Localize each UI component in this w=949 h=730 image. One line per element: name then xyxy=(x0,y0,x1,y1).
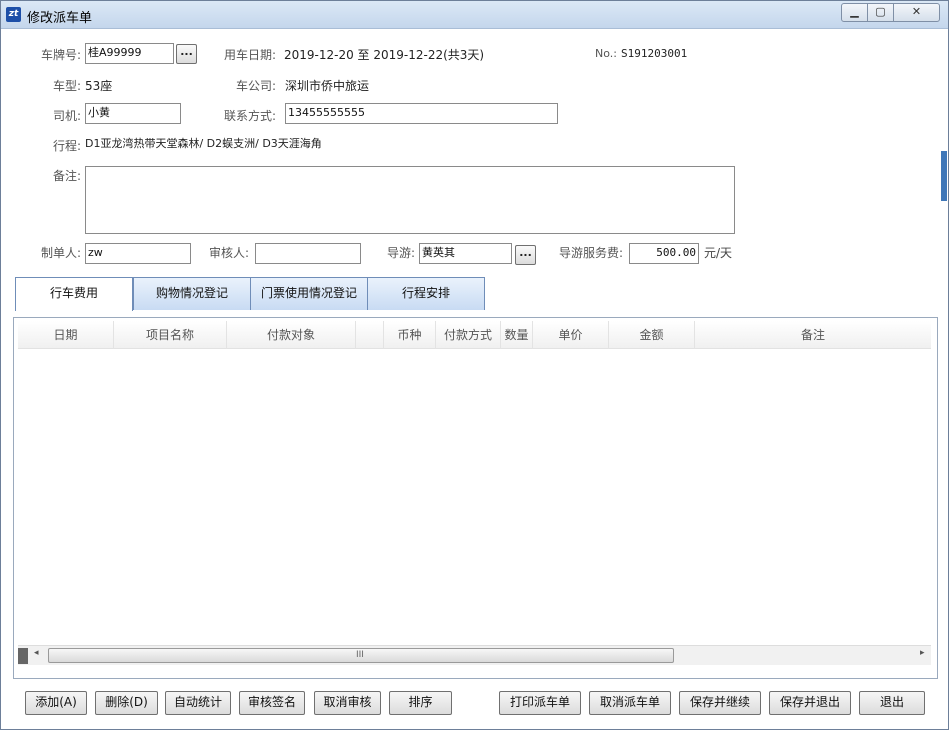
route-label: 行程: xyxy=(52,139,81,153)
save-exit-button[interactable]: 保存并退出 xyxy=(769,691,851,715)
app-logo-icon: zt xyxy=(6,7,21,22)
col-date[interactable]: 日期 xyxy=(18,321,114,349)
use-date-label: 用车日期: xyxy=(223,48,276,62)
auto-stat-button[interactable]: 自动统计 xyxy=(165,691,231,715)
guide-browse-button[interactable]: ... xyxy=(515,245,536,265)
dispatch-edit-window: zt 修改派车单 ▁ ▢ ✕ 车牌号: 桂A99999 ... 用车日期: 20… xyxy=(0,0,949,730)
contact-label: 联系方式: xyxy=(223,109,276,123)
car-type-value: 53座 xyxy=(85,79,113,93)
driver-label: 司机: xyxy=(52,109,81,123)
col-unit-price[interactable]: 单价 xyxy=(533,321,609,349)
col-blank[interactable] xyxy=(356,321,384,349)
guide-fee-unit: 元/天 xyxy=(704,246,733,260)
horizontal-scrollbar[interactable]: ◂ III ▸ xyxy=(18,645,931,665)
tab-tickets[interactable]: 门票使用情况登记 xyxy=(250,277,368,310)
car-type-label: 车型: xyxy=(52,79,81,93)
remark-textarea[interactable] xyxy=(85,166,735,234)
sort-button[interactable]: 排序 xyxy=(389,691,452,715)
col-remark[interactable]: 备注 xyxy=(695,321,931,349)
reviewer-label: 审核人: xyxy=(208,246,249,260)
scroll-grip-icon: III xyxy=(356,650,364,660)
minimize-button[interactable]: ▁ xyxy=(841,3,868,22)
guide-label: 导游: xyxy=(386,246,415,260)
no-value: S191203001 xyxy=(621,47,688,60)
maker-label: 制单人: xyxy=(40,246,81,260)
background-window-edge xyxy=(941,151,947,201)
print-dispatch-button[interactable]: 打印派车单 xyxy=(499,691,581,715)
scroll-edge-block xyxy=(18,648,28,664)
plate-label: 车牌号: xyxy=(40,48,81,62)
company-value: 深圳市侨中旅运 xyxy=(285,79,370,93)
maximize-button[interactable]: ▢ xyxy=(867,3,894,22)
window-title: 修改派车单 xyxy=(27,11,93,26)
scroll-left-icon[interactable]: ◂ xyxy=(34,648,39,658)
company-label: 车公司: xyxy=(235,79,276,93)
col-payee[interactable]: 付款对象 xyxy=(227,321,356,349)
col-item-name[interactable]: 项目名称 xyxy=(114,321,227,349)
add-button[interactable]: 添加(A) xyxy=(25,691,87,715)
tab-shopping[interactable]: 购物情况登记 xyxy=(133,277,251,310)
plate-input[interactable]: 桂A99999 xyxy=(85,43,174,64)
col-currency[interactable]: 币种 xyxy=(384,321,436,349)
reviewer-input[interactable] xyxy=(255,243,361,264)
scroll-thumb[interactable]: III xyxy=(48,648,674,663)
costs-grid-panel: 日期 项目名称 付款对象 币种 付款方式 数量 单价 金额 备注 ◂ III ▸ xyxy=(13,317,938,679)
guide-input[interactable]: 黄英其 xyxy=(419,243,512,264)
save-continue-button[interactable]: 保存并继续 xyxy=(679,691,761,715)
plate-browse-button[interactable]: ... xyxy=(176,44,197,64)
guide-fee-label: 导游服务费: xyxy=(558,246,623,260)
maker-input[interactable]: zw xyxy=(85,243,191,264)
tab-itinerary[interactable]: 行程安排 xyxy=(367,277,485,310)
tab-travel-costs[interactable]: 行车费用 xyxy=(15,277,133,311)
contact-input[interactable]: 13455555555 xyxy=(285,103,558,124)
remark-label: 备注: xyxy=(52,169,81,183)
guide-fee-input[interactable]: 500.00 xyxy=(629,243,699,264)
driver-input[interactable]: 小黄 xyxy=(85,103,181,124)
col-quantity[interactable]: 数量 xyxy=(501,321,533,349)
title-bar[interactable]: zt 修改派车单 ▁ ▢ ✕ xyxy=(1,1,948,29)
exit-button[interactable]: 退出 xyxy=(859,691,925,715)
route-value: D1亚龙湾热带天堂森林/ D2蜈支洲/ D3天涯海角 xyxy=(85,137,322,150)
use-date-value: 2019-12-20 至 2019-12-22(共3天) xyxy=(284,48,485,62)
cancel-review-button[interactable]: 取消审核 xyxy=(314,691,381,715)
grid-header: 日期 项目名称 付款对象 币种 付款方式 数量 单价 金额 备注 xyxy=(18,321,931,349)
col-amount[interactable]: 金额 xyxy=(609,321,695,349)
col-payment-method[interactable]: 付款方式 xyxy=(436,321,501,349)
delete-button[interactable]: 删除(D) xyxy=(95,691,158,715)
scroll-right-icon[interactable]: ▸ xyxy=(920,648,925,658)
close-button[interactable]: ✕ xyxy=(893,3,940,22)
form-area: 车牌号: 桂A99999 ... 用车日期: 2019-12-20 至 2019… xyxy=(9,31,939,721)
no-label: No.: xyxy=(595,47,617,60)
review-sign-button[interactable]: 审核签名 xyxy=(239,691,305,715)
cancel-dispatch-button[interactable]: 取消派车单 xyxy=(589,691,671,715)
